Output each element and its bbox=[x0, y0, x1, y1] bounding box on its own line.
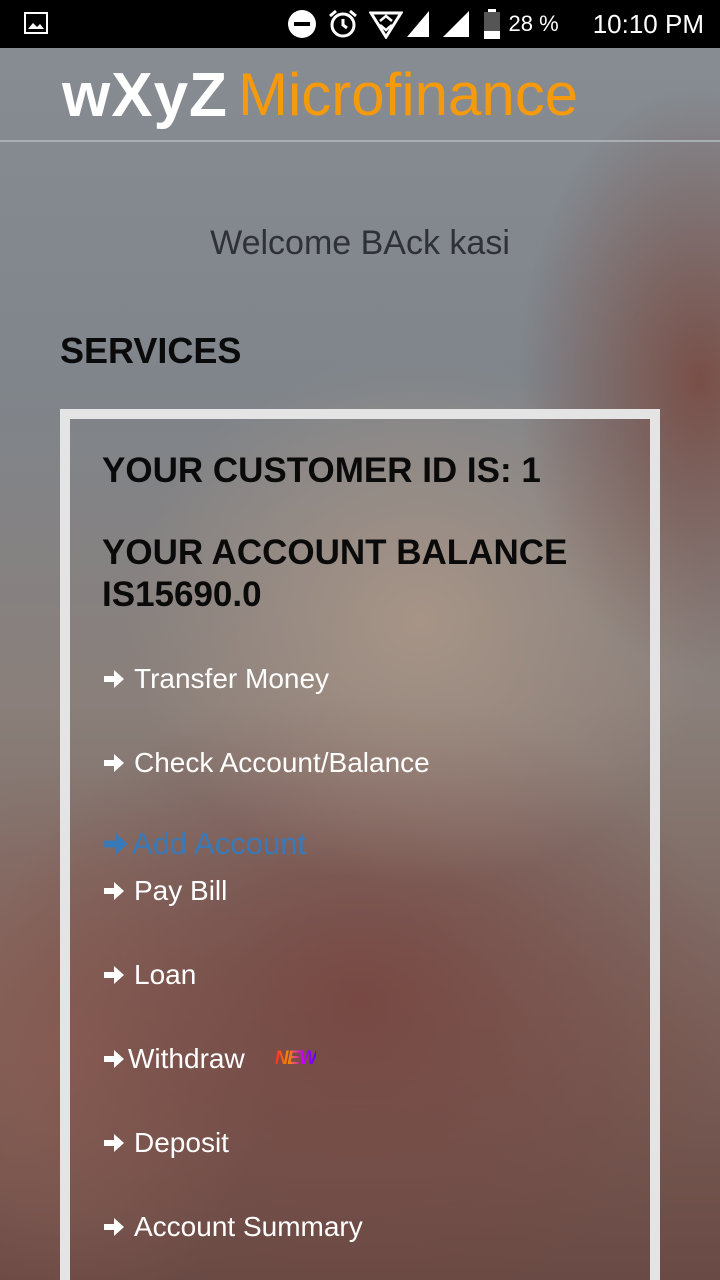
menu-item-account-summary[interactable]: Account Summary bbox=[102, 1207, 363, 1247]
arrow-right-icon bbox=[102, 963, 126, 987]
arrow-right-icon bbox=[102, 830, 130, 858]
battery-icon bbox=[483, 9, 501, 39]
menu-label: Add Account bbox=[132, 826, 307, 861]
alarm-icon bbox=[327, 8, 359, 40]
menu-label: Withdraw bbox=[128, 1043, 245, 1074]
arrow-right-icon bbox=[102, 1047, 126, 1071]
signal-icon-2 bbox=[441, 9, 471, 39]
brand-subtitle[interactable]: Microfinance bbox=[238, 60, 578, 129]
menu-label: Check Account/Balance bbox=[134, 747, 430, 778]
arrow-right-icon bbox=[102, 667, 126, 691]
menu-item-add-account[interactable]: Add Account bbox=[102, 824, 306, 864]
data-saver-icon bbox=[368, 9, 403, 39]
menu-label: Transfer Money bbox=[134, 663, 330, 694]
menu-item-check-account[interactable]: Check Account/Balance bbox=[102, 743, 430, 783]
arrow-right-icon bbox=[102, 751, 126, 775]
arrow-right-icon bbox=[102, 1131, 126, 1155]
image-icon bbox=[24, 12, 48, 34]
welcome-message: Welcome BAck kasi bbox=[210, 224, 510, 262]
signal-icon bbox=[405, 9, 431, 39]
app-header: wXyZ Microfinance bbox=[0, 48, 720, 142]
services-heading: SERVICES bbox=[60, 330, 242, 371]
menu-label: Deposit bbox=[134, 1127, 229, 1158]
menu-item-transfer-money[interactable]: Transfer Money bbox=[102, 659, 329, 699]
customer-id-text: YOUR CUSTOMER ID IS: 1 bbox=[102, 451, 541, 490]
brand-name[interactable]: wXyZ bbox=[62, 60, 228, 131]
menu-item-loan[interactable]: Loan bbox=[102, 955, 196, 995]
clock: 10:10 PM bbox=[592, 8, 704, 39]
menu-label: Loan bbox=[134, 959, 197, 990]
battery-percent: 28 % bbox=[508, 11, 559, 36]
menu-item-pay-bill[interactable]: Pay Bill bbox=[102, 871, 227, 911]
menu-item-withdraw[interactable]: Withdraw NEW bbox=[102, 1039, 317, 1079]
account-balance-text: YOUR ACCOUNT BALANCE IS15690.0 bbox=[102, 533, 568, 614]
status-bar: 28 % 10:10 PM bbox=[0, 0, 720, 48]
arrow-right-icon bbox=[102, 1215, 126, 1239]
menu-label: Account Summary bbox=[134, 1211, 363, 1242]
new-badge: NEW bbox=[274, 1048, 317, 1069]
arrow-right-icon bbox=[102, 879, 126, 903]
menu-item-deposit[interactable]: Deposit bbox=[102, 1123, 229, 1163]
menu-label: Pay Bill bbox=[134, 875, 228, 906]
dnd-icon bbox=[287, 9, 317, 39]
